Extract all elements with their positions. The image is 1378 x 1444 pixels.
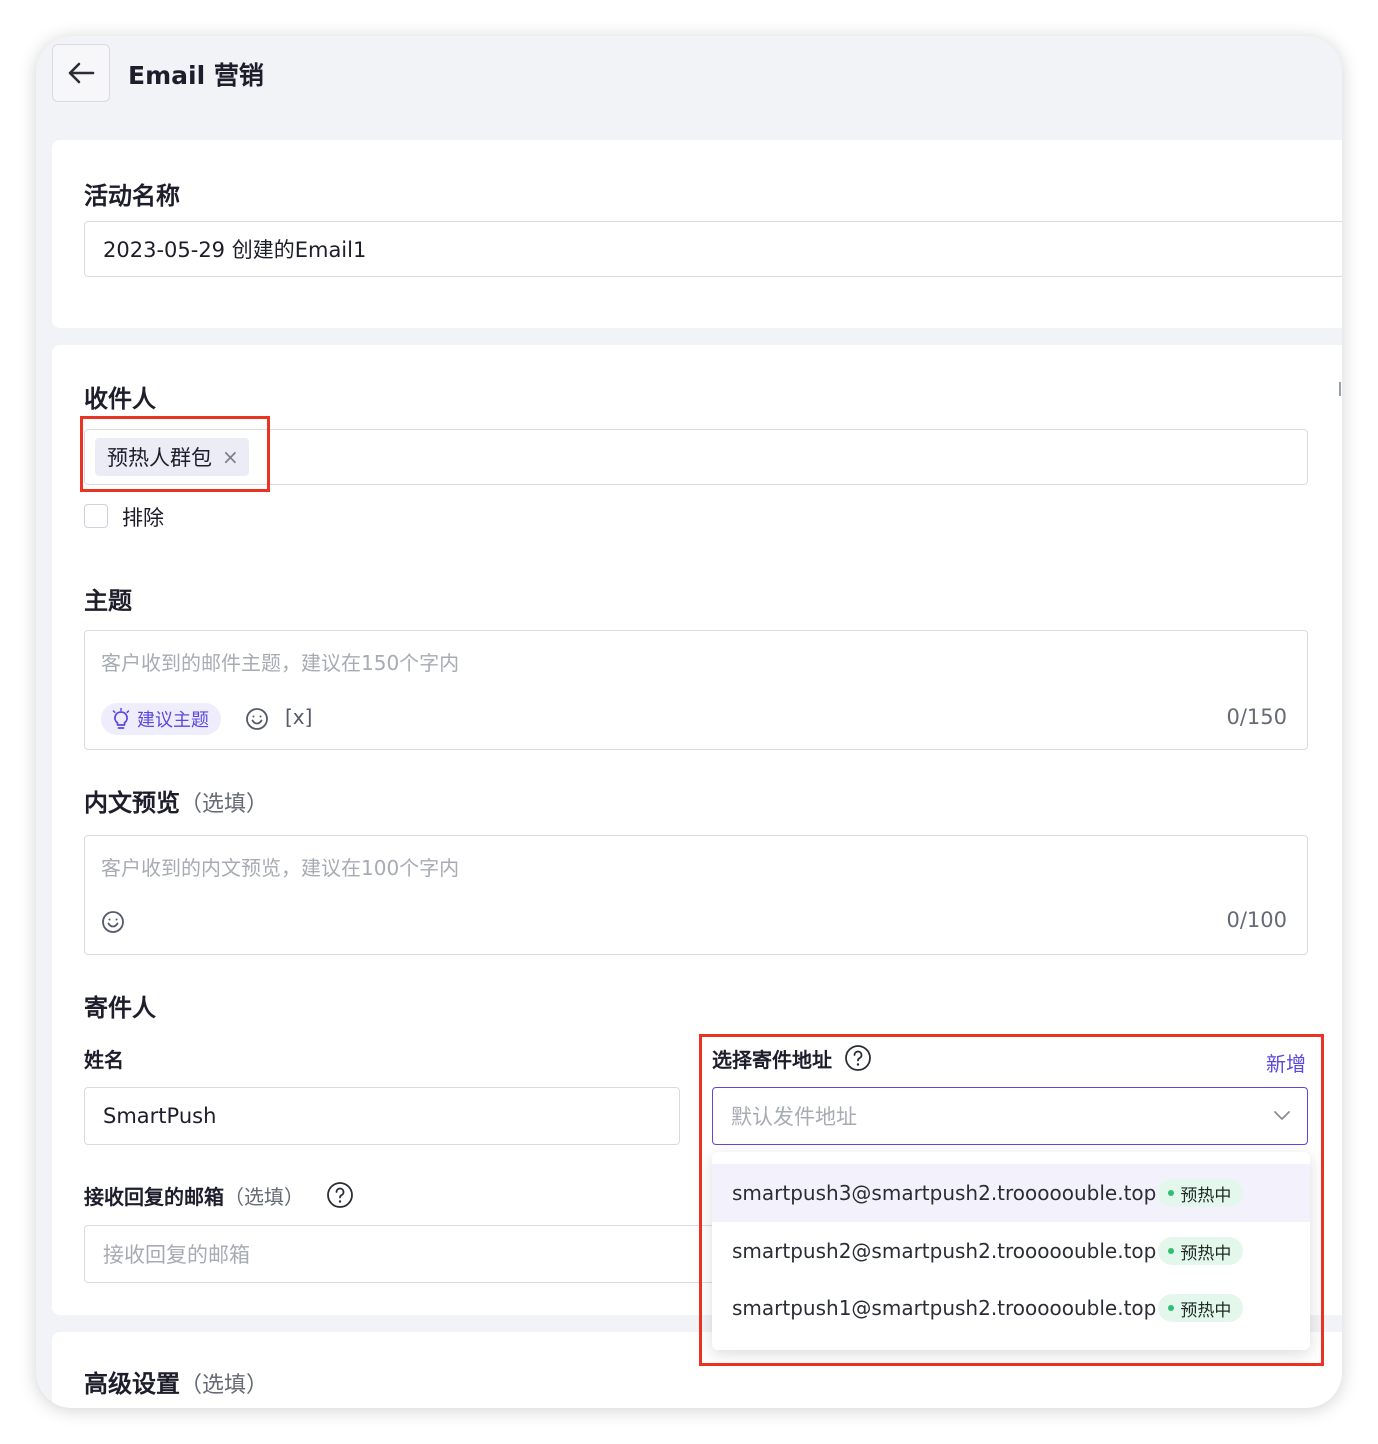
tag-close-icon[interactable]: × [222,445,239,469]
suggest-subject-button[interactable]: 建议主题 [101,703,221,735]
add-address-link[interactable]: 新增 [1266,1048,1306,1077]
recipients-label: 收件人 [84,385,156,413]
insert-variable-button[interactable]: [x] [285,705,312,729]
preview-label-text: 内文预览 [84,789,180,817]
subject-label: 主题 [84,587,132,615]
advanced-settings-label[interactable]: 高级设置（选填） [84,1364,268,1399]
sender-address-select[interactable]: 默认发件地址 [712,1087,1308,1145]
address-option-email: smartpush2@smartpush2.trooooouble.top [732,1239,1157,1263]
preview-optional: （选填） [180,792,269,817]
advanced-label-text: 高级设置 [84,1370,180,1398]
warming-badge: 预热中 [1158,1237,1244,1265]
warming-badge: 预热中 [1158,1179,1244,1207]
campaign-name-label: 活动名称 [84,182,180,210]
page-title: Email 营销 [128,61,264,90]
advanced-optional: （选填） [180,1373,269,1398]
sender-name-label: 姓名 [84,1048,124,1072]
preview-textarea[interactable]: 客户收到的内文预览，建议在100个字内 0/100 [84,835,1308,955]
address-option[interactable]: smartpush3@smartpush2.trooooouble.top 预热… [712,1164,1310,1222]
back-button[interactable] [52,44,110,102]
recipient-tag-label: 预热人群包 [107,446,212,470]
status-dot-icon [1168,1305,1175,1311]
emoji-icon[interactable] [245,707,269,731]
sender-name-value: SmartPush [103,1104,217,1128]
address-option-email: smartpush1@smartpush2.trooooouble.top [732,1296,1157,1320]
reply-email-optional: （选填） [224,1185,304,1209]
help-icon[interactable] [844,1044,872,1072]
reply-email-label-text: 接收回复的邮箱 [84,1185,224,1209]
exclude-checkbox[interactable] [84,504,108,528]
status-dot-icon [1168,1190,1175,1196]
campaign-name-value: 2023-05-29 创建的Email1 [103,238,367,262]
address-option[interactable]: smartpush1@smartpush2.trooooouble.top 预热… [712,1279,1310,1337]
warming-badge-label: 预热中 [1180,1243,1232,1264]
exclude-label: 排除 [122,506,164,530]
reply-email-label: 接收回复的邮箱（选填） [84,1181,304,1210]
sender-name-input[interactable]: SmartPush [84,1087,680,1145]
subject-textarea[interactable]: 客户收到的邮件主题，建议在150个字内 建议主题 [x] 0/150 [84,630,1308,750]
address-option-email: smartpush3@smartpush2.trooooouble.top [732,1181,1157,1205]
preview-placeholder: 客户收到的内文预览，建议在100个字内 [101,856,460,880]
emoji-icon[interactable] [101,910,125,934]
sender-address-label: 选择寄件地址 [712,1048,832,1072]
recipient-tag: 预热人群包 × [95,438,249,476]
lightbulb-icon [112,708,130,729]
help-icon[interactable] [326,1181,354,1209]
sender-label: 寄件人 [84,994,156,1022]
status-dot-icon [1168,1248,1175,1254]
warming-badge: 预热中 [1158,1294,1244,1322]
scrollbar-thumb[interactable] [1339,382,1341,396]
preview-label: 内文预览（选填） [84,783,268,818]
warming-badge-label: 预热中 [1180,1300,1232,1321]
arrow-left-icon [68,62,95,84]
top-bar: Email 营销 [36,36,1342,140]
subject-placeholder: 客户收到的邮件主题，建议在150个字内 [101,651,460,675]
subject-counter: 0/150 [1226,705,1287,729]
address-option[interactable]: smartpush2@smartpush2.trooooouble.top 预热… [712,1222,1310,1280]
recipients-input[interactable]: 预热人群包 × [84,429,1308,485]
chevron-down-icon [1274,1111,1290,1120]
reply-email-input[interactable]: 接收回复的邮箱 [84,1225,744,1283]
suggest-subject-label: 建议主题 [137,710,209,731]
campaign-card: 活动名称 2023-05-29 创建的Email1 [52,140,1342,328]
reply-email-placeholder: 接收回复的邮箱 [103,1243,250,1267]
campaign-name-input[interactable]: 2023-05-29 创建的Email1 [84,221,1342,277]
sender-address-dropdown: smartpush3@smartpush2.trooooouble.top 预热… [712,1152,1310,1350]
sender-address-placeholder: 默认发件地址 [731,1105,857,1129]
preview-counter: 0/100 [1226,908,1287,932]
warming-badge-label: 预热中 [1180,1185,1232,1206]
